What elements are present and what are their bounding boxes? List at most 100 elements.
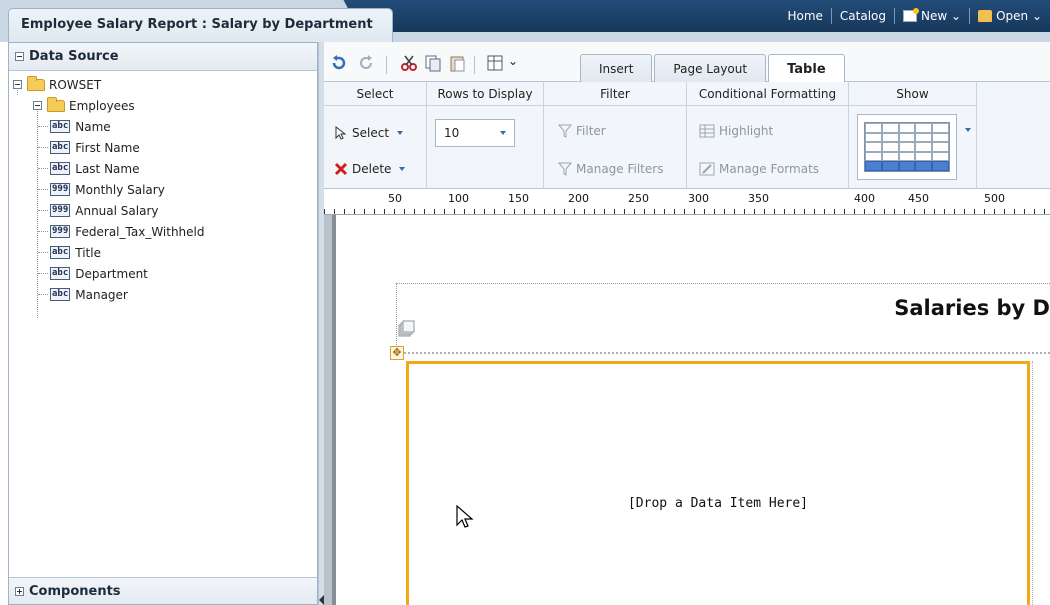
- text-type-icon: abc: [50, 120, 71, 133]
- delete-label: Delete: [352, 162, 392, 176]
- ruler-label: 450: [908, 192, 929, 205]
- tree-connector: [38, 252, 48, 253]
- tree-field-first-name[interactable]: abc First Name: [9, 137, 317, 158]
- drop-zone-text: [Drop a Data Item Here]: [627, 496, 808, 511]
- report-canvas[interactable]: Salaries by D ✥ [Drop a Data Item Here]: [324, 215, 1050, 605]
- conditional-formatting-group: Conditional Formatting Highlight Manage …: [687, 82, 849, 189]
- chevron-down-icon: [397, 131, 404, 135]
- tree-field-title[interactable]: abc Title: [9, 242, 317, 263]
- home-link[interactable]: Home: [779, 9, 830, 23]
- funnel-icon: [558, 162, 572, 176]
- tree-connector: [38, 189, 48, 190]
- tree-field-department[interactable]: abc Department: [9, 263, 317, 284]
- ruler-label: 400: [854, 192, 875, 205]
- field-label: Department: [75, 266, 148, 281]
- highlight-icon: [699, 124, 715, 138]
- undo-icon[interactable]: [330, 54, 348, 72]
- text-type-icon: abc: [50, 141, 71, 154]
- data-source-title: Data Source: [29, 49, 119, 64]
- components-title: Components: [29, 583, 121, 599]
- tree-field-monthly-salary[interactable]: 999 Monthly Salary: [9, 179, 317, 200]
- number-type-icon: 999: [50, 183, 71, 196]
- tree-field-federal-tax[interactable]: 999 Federal_Tax_Withheld: [9, 221, 317, 242]
- show-group-title: Show: [849, 82, 976, 106]
- paste-icon[interactable]: [448, 54, 466, 72]
- ribbon: Select Select Delete Rows to Display 10 …: [324, 82, 1050, 189]
- mouse-cursor-icon: [456, 505, 474, 528]
- report-title-box[interactable]: Salaries by D: [396, 283, 1050, 355]
- report-heading[interactable]: Salaries by D: [894, 296, 1050, 320]
- catalog-link[interactable]: Catalog: [832, 9, 894, 23]
- canvas-margin: [324, 215, 332, 605]
- new-menu-label: New: [921, 9, 948, 23]
- copy-icon[interactable]: [424, 54, 442, 72]
- new-menu[interactable]: New ⌄: [895, 8, 969, 23]
- editor-main: ⌄ Insert Page Layout Table Select Select…: [324, 42, 1050, 605]
- open-menu-label: Open: [996, 9, 1029, 23]
- field-label: Monthly Salary: [75, 182, 165, 197]
- collapse-icon[interactable]: [13, 80, 22, 89]
- manage-filters-button[interactable]: Manage Filters: [558, 162, 663, 176]
- tree-connector: [38, 294, 48, 295]
- manage-formats-label: Manage Formats: [719, 162, 820, 176]
- text-type-icon: abc: [50, 162, 71, 175]
- manage-filters-label: Manage Filters: [576, 162, 664, 176]
- tree-node-label: Employees: [69, 98, 135, 113]
- field-label: Last Name: [75, 161, 140, 176]
- filter-button[interactable]: Filter: [558, 124, 606, 138]
- table-top-guide: [404, 352, 1050, 354]
- expand-icon[interactable]: [15, 586, 24, 596]
- ruler-label: 250: [628, 192, 649, 205]
- move-handle-icon[interactable]: ✥: [390, 346, 404, 360]
- ruler-label: 500: [984, 192, 1005, 205]
- table-style-gallery[interactable]: [857, 114, 957, 180]
- report-title-tab[interactable]: Employee Salary Report : Salary by Depar…: [8, 8, 393, 42]
- data-item-drop-zone[interactable]: [Drop a Data Item Here]: [406, 361, 1030, 605]
- layout-grid-icon[interactable]: [486, 54, 504, 72]
- tree-field-last-name[interactable]: abc Last Name: [9, 158, 317, 179]
- redo-icon[interactable]: [357, 54, 375, 72]
- highlight-button[interactable]: Highlight: [699, 124, 773, 138]
- chevron-down-icon[interactable]: [965, 128, 971, 132]
- field-label: Annual Salary: [75, 203, 159, 218]
- tab-insert[interactable]: Insert: [580, 54, 653, 83]
- tree-field-name[interactable]: abc Name: [9, 116, 317, 137]
- select-button[interactable]: Select: [334, 126, 404, 140]
- ruler-label: 50: [388, 192, 402, 205]
- tree-node-rowset[interactable]: ROWSET: [9, 74, 317, 95]
- show-group: Show: [849, 82, 977, 189]
- data-source-header[interactable]: Data Source: [9, 43, 317, 71]
- cut-icon[interactable]: [400, 54, 418, 72]
- filter-group-title: Filter: [544, 82, 686, 106]
- tree-field-annual-salary[interactable]: 999 Annual Salary: [9, 200, 317, 221]
- tree-connector: [38, 210, 48, 211]
- ruler-label: 150: [508, 192, 529, 205]
- chevron-down-icon[interactable]: ⌄: [508, 54, 518, 68]
- manage-formats-button[interactable]: Manage Formats: [699, 162, 819, 176]
- table-style-icon: [864, 122, 950, 172]
- components-header[interactable]: Components: [9, 577, 317, 604]
- tree-field-manager[interactable]: abc Manager: [9, 284, 317, 305]
- tab-page-layout[interactable]: Page Layout: [654, 54, 767, 83]
- ruler-label: 300: [688, 192, 709, 205]
- rows-to-display-select[interactable]: 10: [435, 119, 515, 147]
- collapse-icon[interactable]: [15, 52, 24, 61]
- tree-node-employees[interactable]: Employees: [9, 95, 317, 116]
- collapse-icon[interactable]: [33, 101, 42, 110]
- layers-icon[interactable]: [398, 319, 416, 337]
- data-source-panel: Data Source ROWSET Employees abc Name abc…: [8, 42, 318, 605]
- open-menu[interactable]: Open ⌄: [970, 9, 1050, 23]
- text-type-icon: abc: [50, 246, 71, 259]
- chevron-down-icon: [399, 167, 406, 171]
- text-type-icon: abc: [50, 288, 71, 301]
- filter-label: Filter: [576, 124, 606, 138]
- tab-table[interactable]: Table: [768, 54, 845, 84]
- open-folder-icon: [978, 10, 993, 22]
- rows-group: Rows to Display 10: [427, 82, 544, 189]
- global-nav-bar: Home Catalog New ⌄ Open ⌄: [358, 0, 1050, 32]
- delete-button[interactable]: Delete: [334, 162, 406, 176]
- data-source-tree: ROWSET Employees abc Name abc First Name a…: [9, 71, 317, 318]
- tree-node-label: ROWSET: [49, 77, 102, 92]
- ruler-label: 200: [568, 192, 589, 205]
- chevron-down-icon: [500, 131, 506, 135]
